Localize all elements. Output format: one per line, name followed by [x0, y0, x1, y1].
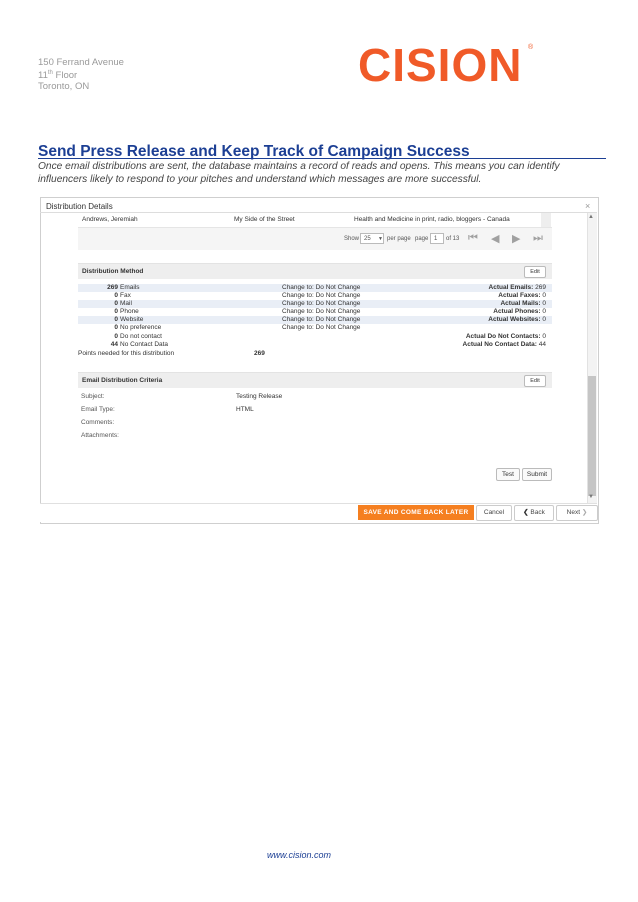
email-type-label: Email Type: — [81, 406, 115, 413]
last-page-icon[interactable]: ⏭ — [533, 232, 543, 245]
distribution-method-title: Distribution Method — [82, 268, 144, 275]
next-button-label: Next — [566, 509, 581, 516]
back-button-label: Back — [530, 509, 545, 516]
show-label: Show — [344, 236, 360, 242]
cision-logo: CISION — [358, 39, 523, 91]
page-label: page — [415, 236, 429, 242]
distribution-row: 0 Do not contact Actual Do Not Contacts:… — [114, 333, 546, 340]
contact-topic: Health and Medicine in print, radio, blo… — [354, 216, 510, 223]
page-input[interactable]: 1 — [430, 233, 444, 244]
page-count: of 13 — [446, 236, 460, 242]
prev-page-icon[interactable]: ◀ — [491, 232, 499, 245]
intro-line-1: Once email distributions are sent, the d… — [38, 161, 560, 172]
pagination-bar: Show 25 ▼ per page page 1 of 13 ⏮ ◀ ▶ ⏭ — [78, 228, 552, 250]
subject-value: Testing Release — [236, 393, 283, 400]
address-line-street: 150 Ferrand Avenue — [38, 57, 124, 68]
submit-button[interactable]: Submit — [522, 468, 552, 481]
per-page-label: per page — [387, 236, 411, 242]
contact-row[interactable]: Andrews, Jeremiah My Side of the Street … — [78, 213, 552, 228]
criteria-title: Email Distribution Criteria — [82, 377, 163, 384]
points-needed-value: 269 — [254, 350, 265, 357]
attachments-label: Attachments: — [81, 432, 119, 439]
subject-label: Subject: — [81, 393, 105, 400]
heading-underline — [38, 158, 606, 159]
distribution-row: 0 No preference Change to: Do Not Change — [114, 324, 361, 331]
intro-paragraph: Once email distributions are sent, the d… — [38, 160, 604, 186]
intro-line-2: influencers likely to respond to your pi… — [38, 174, 482, 185]
distribution-row: 44 No Contact Data Actual No Contact Dat… — [110, 341, 546, 348]
distribution-method-header: Distribution Method Edit — [78, 263, 552, 279]
next-button[interactable]: Next ❯ — [556, 505, 598, 521]
company-address: 150 Ferrand Avenue 11th Floor Toronto, O… — [38, 57, 124, 92]
points-needed-label: Points needed for this distribution — [78, 350, 175, 357]
chevron-left-icon: ❮ — [523, 509, 529, 516]
criteria-header: Email Distribution Criteria Edit — [78, 372, 552, 388]
save-and-come-back-later-button[interactable]: SAVE AND COME BACK LATER — [358, 505, 474, 520]
test-button[interactable]: Test — [496, 468, 520, 481]
distribution-row: 0 Website Change to: Do Not Change Actua… — [78, 316, 552, 324]
next-page-icon[interactable]: ▶ — [512, 232, 520, 245]
back-button[interactable]: ❮ Back — [514, 505, 554, 521]
distribution-row: 269 Emails Change to: Do Not Change Actu… — [78, 284, 552, 292]
registered-mark: ® — [528, 44, 534, 51]
distribution-row: 0 Fax Change to: Do Not Change Actual Fa… — [114, 292, 546, 299]
criteria-edit-button[interactable]: Edit — [524, 375, 546, 387]
distribution-method-edit-button[interactable]: Edit — [524, 266, 546, 278]
close-icon[interactable]: × — [585, 201, 590, 211]
address-line-city: Toronto, ON — [38, 81, 90, 93]
address-line-floor: 11th Floor — [38, 70, 78, 82]
scroll-down-arrow-icon[interactable]: ▼ — [588, 494, 594, 500]
inner-scrollbar[interactable] — [541, 213, 551, 227]
distribution-row: 0 Mail Change to: Do Not Change Actual M… — [78, 300, 552, 308]
dialog-title: Distribution Details — [46, 202, 113, 211]
contact-outlet: My Side of the Street — [234, 216, 295, 223]
scroll-up-arrow-icon[interactable]: ▲ — [588, 214, 594, 220]
email-type-value: HTML — [236, 406, 254, 413]
contact-name: Andrews, Jeremiah — [82, 216, 138, 223]
dialog-scrollbar-thumb[interactable] — [588, 376, 596, 496]
first-page-icon[interactable]: ⏮ — [468, 232, 478, 245]
distribution-row: 0 Phone Change to: Do Not Change Actual … — [114, 308, 546, 315]
footer-website-link[interactable]: www.cision.com — [267, 850, 331, 860]
comments-label: Comments: — [81, 419, 115, 426]
chevron-down-icon[interactable]: ▼ — [378, 236, 383, 242]
cancel-button[interactable]: Cancel — [476, 505, 512, 521]
chevron-right-icon: ❯ — [581, 509, 588, 516]
